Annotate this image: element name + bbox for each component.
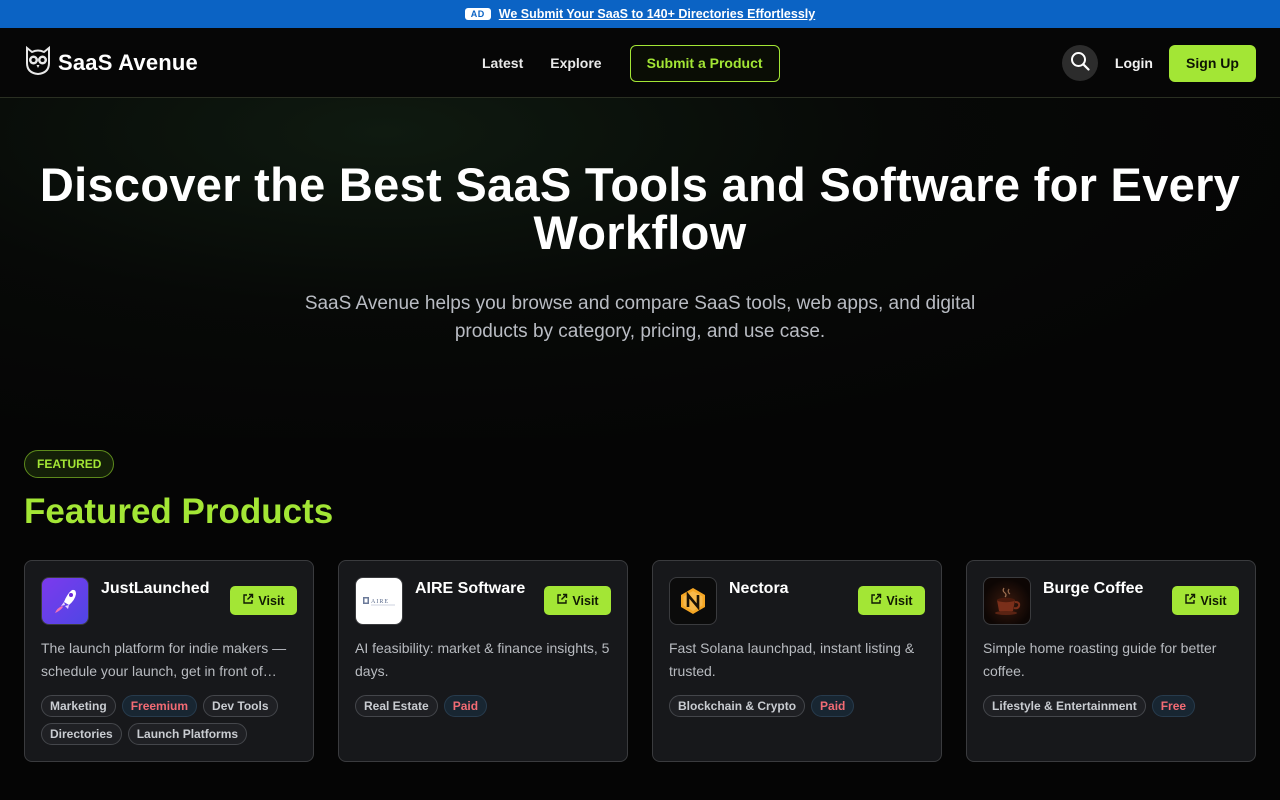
signup-button[interactable]: Sign Up bbox=[1169, 44, 1256, 82]
hero-section: Discover the Best SaaS Tools and Softwar… bbox=[0, 98, 1280, 438]
tag-list: Lifestyle & Entertainment Free bbox=[983, 695, 1239, 717]
product-name[interactable]: AIRE Software bbox=[415, 580, 544, 598]
product-card[interactable]: Nectora Visit Fast Solana launchpad, ins… bbox=[652, 560, 942, 762]
hero-title: Discover the Best SaaS Tools and Softwar… bbox=[39, 158, 1241, 259]
main-nav: Latest Explore Submit a Product bbox=[482, 28, 780, 98]
nectora-logo bbox=[669, 577, 717, 625]
category-tag[interactable]: Directories bbox=[41, 723, 122, 745]
product-description: AI feasibility: market & finance insight… bbox=[355, 640, 610, 679]
product-card[interactable]: AIRE AIRE Software Visit AI feasibility:… bbox=[338, 560, 628, 762]
coffee-cup-icon bbox=[983, 577, 1031, 625]
pricing-tag[interactable]: Free bbox=[1151, 695, 1196, 717]
product-name[interactable]: Burge Coffee bbox=[1043, 580, 1172, 598]
pricing-tag[interactable]: Freemium bbox=[121, 695, 198, 717]
tag-list: Blockchain & Crypto Paid bbox=[669, 695, 925, 717]
rocket-icon bbox=[41, 577, 89, 625]
featured-badge: FEATURED bbox=[24, 450, 115, 478]
product-card[interactable]: Burge Coffee Visit Simple home roasting … bbox=[966, 560, 1256, 762]
brand-logo[interactable]: SaaS Avenue bbox=[24, 45, 198, 80]
tag-list: Marketing Freemium Dev Tools Directories… bbox=[41, 695, 297, 745]
category-tag[interactable]: Lifestyle & Entertainment bbox=[983, 695, 1146, 717]
product-name[interactable]: JustLaunched bbox=[101, 580, 230, 598]
hero-subtitle: SaaS Avenue helps you browse and compare… bbox=[304, 293, 976, 342]
pricing-tag[interactable]: Paid bbox=[811, 695, 855, 717]
visit-button[interactable]: Visit bbox=[230, 586, 297, 615]
category-tag[interactable]: Dev Tools bbox=[203, 695, 278, 717]
product-cards: JustLaunched Visit The launch platform f… bbox=[24, 560, 1256, 762]
brand-name: SaaS Avenue bbox=[58, 49, 198, 75]
visit-label: Visit bbox=[1200, 593, 1227, 608]
login-link[interactable]: Login bbox=[1115, 55, 1153, 71]
visit-button[interactable]: Visit bbox=[544, 586, 611, 615]
category-tag[interactable]: Blockchain & Crypto bbox=[669, 695, 806, 717]
nav-latest[interactable]: Latest bbox=[482, 55, 523, 71]
featured-title: Featured Products bbox=[24, 492, 334, 531]
external-link-icon bbox=[556, 593, 568, 608]
visit-button[interactable]: Visit bbox=[1172, 586, 1239, 615]
visit-button[interactable]: Visit bbox=[858, 586, 925, 615]
visit-label: Visit bbox=[572, 593, 599, 608]
category-tag[interactable]: Launch Platforms bbox=[127, 723, 248, 745]
featured-section: FEATURED Featured Products JustLaunched bbox=[0, 438, 1280, 762]
pricing-tag[interactable]: Paid bbox=[443, 695, 488, 717]
category-tag[interactable]: Real Estate bbox=[355, 695, 438, 717]
search-icon bbox=[1070, 51, 1090, 76]
header-actions: Login Sign Up bbox=[1061, 28, 1256, 98]
owl-icon bbox=[24, 45, 52, 80]
visit-label: Visit bbox=[258, 593, 285, 608]
ad-badge: AD bbox=[464, 8, 491, 20]
aire-logo: AIRE bbox=[355, 577, 403, 625]
product-card[interactable]: JustLaunched Visit The launch platform f… bbox=[24, 560, 314, 762]
product-description: The launch platform for indie makers — s… bbox=[41, 640, 287, 679]
search-button[interactable] bbox=[1061, 45, 1098, 81]
nav-explore[interactable]: Explore bbox=[550, 55, 601, 71]
product-description: Simple home roasting guide for better co… bbox=[983, 640, 1217, 679]
category-tag[interactable]: Marketing bbox=[41, 695, 116, 717]
ad-link[interactable]: We Submit Your SaaS to 140+ Directories … bbox=[499, 7, 815, 21]
site-header: SaaS Avenue Latest Explore Submit a Prod… bbox=[0, 28, 1280, 98]
external-link-icon bbox=[242, 593, 254, 608]
product-description: Fast Solana launchpad, instant listing &… bbox=[669, 640, 915, 679]
ad-banner[interactable]: AD We Submit Your SaaS to 140+ Directori… bbox=[0, 0, 1280, 28]
external-link-icon bbox=[1184, 593, 1196, 608]
tag-list: Real Estate Paid bbox=[355, 695, 611, 717]
visit-label: Visit bbox=[886, 593, 913, 608]
submit-product-button[interactable]: Submit a Product bbox=[629, 44, 780, 82]
product-name[interactable]: Nectora bbox=[729, 580, 858, 598]
external-link-icon bbox=[870, 593, 882, 608]
svg-text:AIRE: AIRE bbox=[371, 599, 389, 605]
